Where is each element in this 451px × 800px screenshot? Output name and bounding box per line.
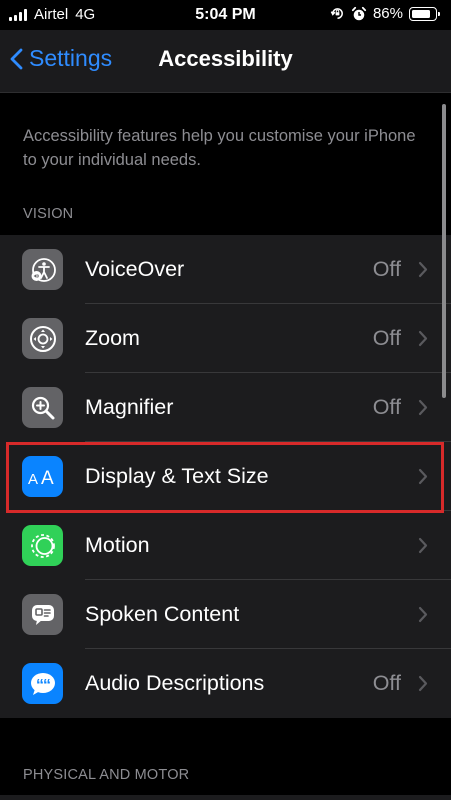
navigation-bar: Settings Accessibility: [0, 30, 451, 93]
text-size-icon: A A: [22, 456, 63, 497]
zoom-value: Off: [372, 326, 401, 350]
magnifier-icon: [22, 387, 63, 428]
orientation-lock-icon: [330, 8, 343, 19]
audio-descriptions-value: Off: [372, 671, 401, 695]
chevron-right-icon: [418, 261, 428, 278]
voiceover-icon: [22, 249, 63, 290]
section-header-vision: VISION: [23, 206, 74, 222]
zoom-icon: [22, 318, 63, 359]
motion-row[interactable]: Motion: [0, 511, 451, 580]
chevron-right-icon: [418, 330, 428, 347]
page-title: Accessibility: [158, 46, 293, 71]
chevron-right-icon: [418, 675, 428, 692]
section-header-physical-motor: PHYSICAL AND MOTOR: [23, 767, 190, 783]
battery-icon: [409, 6, 440, 21]
svg-text:A: A: [28, 471, 38, 488]
spoken-content-icon: [22, 594, 63, 635]
display-text-size-row[interactable]: A A Display & Text Size: [0, 442, 451, 511]
motion-label: Motion: [85, 533, 150, 557]
zoom-label: Zoom: [85, 326, 140, 350]
chevron-right-icon: [418, 606, 428, 623]
spoken-content-label: Spoken Content: [85, 602, 240, 626]
voiceover-value: Off: [372, 257, 401, 281]
vision-settings-list: VoiceOver Off Zoom Off Magnifier Off A A…: [0, 235, 451, 718]
physical-motor-list-edge: [0, 795, 451, 800]
scrollbar[interactable]: [442, 104, 446, 398]
battery-percent: 86%: [372, 5, 403, 22]
alarm-icon: [351, 6, 367, 20]
voiceover-label: VoiceOver: [85, 257, 185, 281]
status-right: 86%: [330, 5, 440, 22]
zoom-row[interactable]: Zoom Off: [0, 304, 451, 373]
chevron-right-icon: [418, 399, 428, 416]
svg-text:“: “: [43, 677, 51, 694]
chevron-right-icon: [418, 537, 428, 554]
motion-icon: [22, 525, 63, 566]
audio-descriptions-icon: “ “: [22, 663, 63, 704]
accessibility-description: Accessibility features help you customis…: [23, 127, 416, 169]
voiceover-row[interactable]: VoiceOver Off: [0, 235, 451, 304]
audio-descriptions-label: Audio Descriptions: [85, 671, 265, 695]
display-text-size-label: Display & Text Size: [85, 464, 269, 488]
spoken-content-row[interactable]: Spoken Content: [0, 580, 451, 649]
status-bar: Airtel 4G 5:04 PM 86%: [0, 0, 451, 30]
magnifier-row[interactable]: Magnifier Off: [0, 373, 451, 442]
audio-descriptions-row[interactable]: “ “ Audio Descriptions Off: [0, 649, 451, 718]
chevron-right-icon: [418, 468, 428, 485]
svg-text:A: A: [41, 468, 54, 489]
magnifier-value: Off: [372, 395, 401, 419]
magnifier-label: Magnifier: [85, 395, 174, 419]
